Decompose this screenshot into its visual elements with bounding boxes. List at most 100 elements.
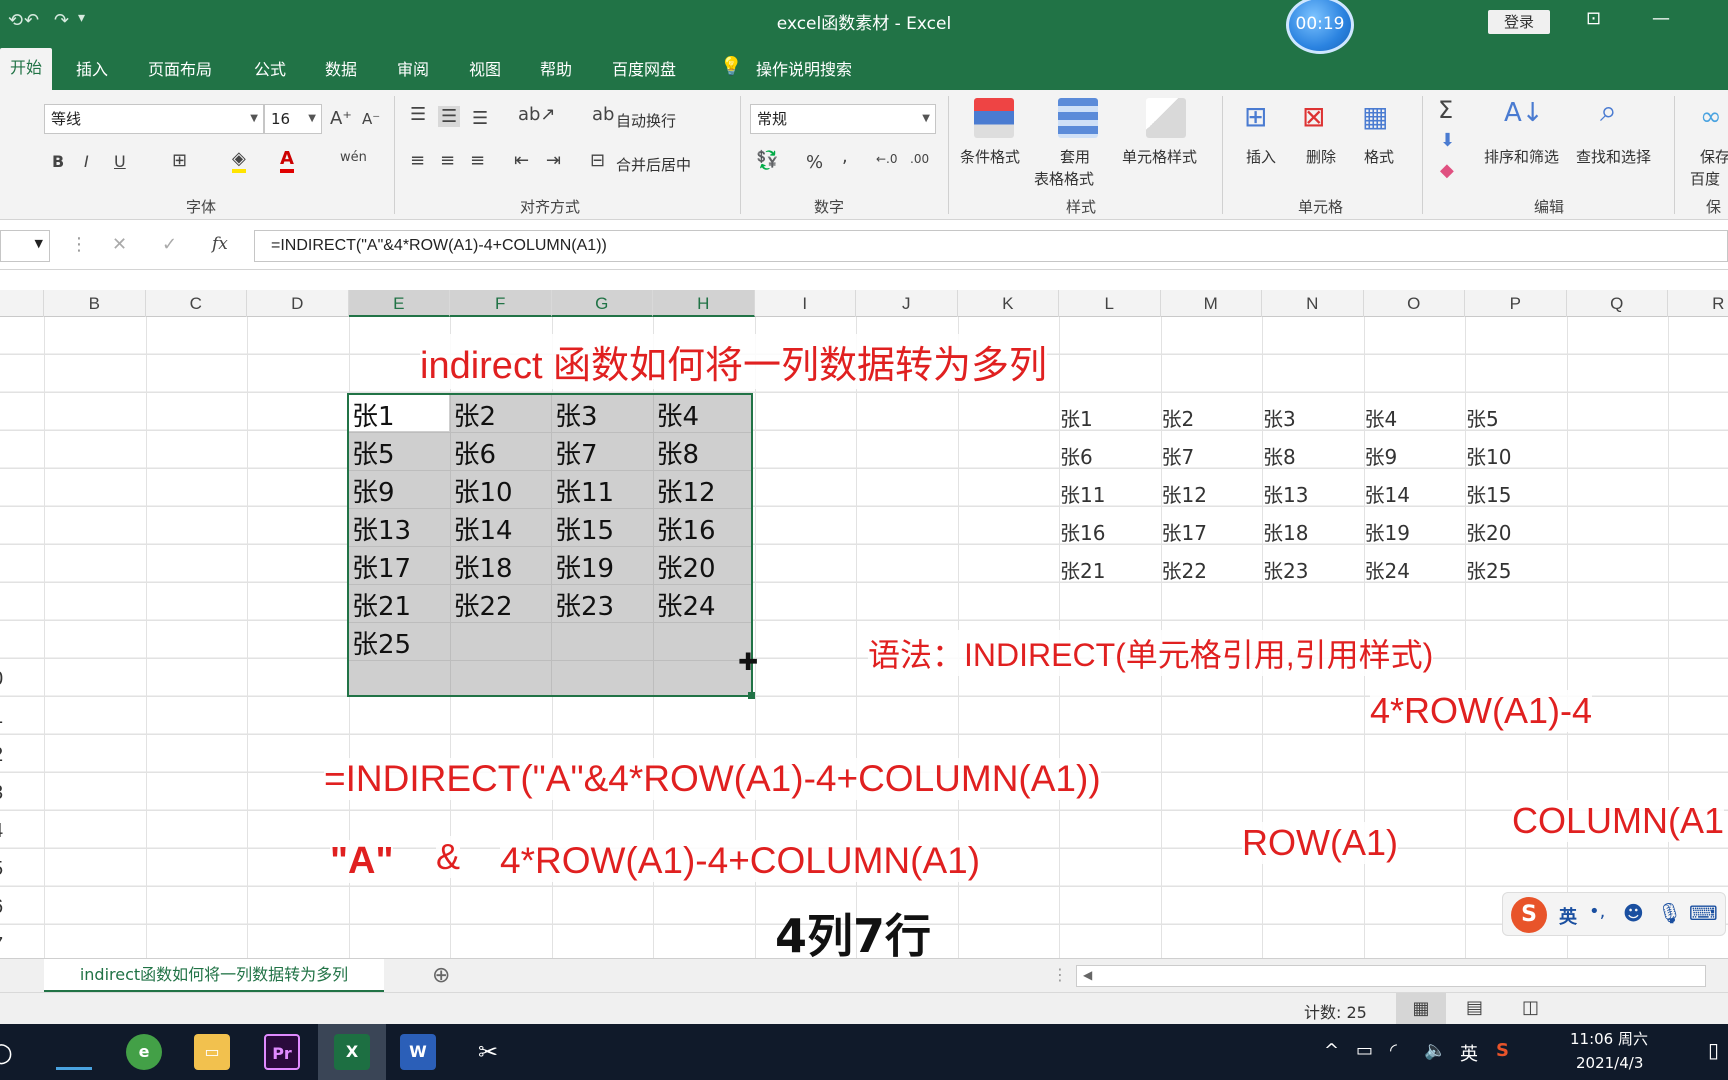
table-cell[interactable]: 张9 — [1365, 441, 1398, 470]
column-header-c[interactable]: C — [146, 290, 247, 317]
format-as-table-icon[interactable] — [1058, 98, 1098, 138]
wrap-text-icon[interactable]: ab — [592, 104, 614, 125]
table-cell[interactable]: 张16 — [657, 510, 716, 547]
sort-filter-icon[interactable]: A↓ — [1504, 98, 1544, 128]
phonetic-guide-icon[interactable]: wén — [340, 150, 367, 165]
keyboard-icon[interactable]: ⌨ — [1689, 901, 1718, 925]
table-cell[interactable]: 张7 — [555, 434, 598, 471]
enter-icon[interactable]: ✓ — [162, 234, 177, 255]
column-header-l[interactable]: L — [1059, 290, 1161, 317]
ribbon-display-icon[interactable]: ⊡ — [1586, 8, 1601, 29]
table-cell[interactable]: 张21 — [352, 586, 411, 623]
table-cell[interactable]: 张24 — [1365, 555, 1410, 584]
table-cell[interactable]: 张1 — [1060, 403, 1093, 432]
table-cell[interactable]: 张7 — [1162, 441, 1195, 470]
comma-button[interactable]: , — [842, 146, 848, 167]
autosum-button[interactable]: Σ — [1438, 96, 1453, 124]
clock-date[interactable]: 2021/4/3 — [1576, 1054, 1643, 1072]
table-cell[interactable]: 张8 — [1263, 441, 1296, 470]
premiere-icon[interactable]: Pr — [264, 1034, 300, 1070]
battery-icon[interactable]: ▭ — [1356, 1040, 1373, 1061]
find-select-icon[interactable]: ⌕ — [1600, 94, 1617, 129]
notification-icon[interactable]: ▯ — [1708, 1038, 1719, 1062]
punctuation-icon[interactable]: •, — [1589, 901, 1605, 922]
tab-data[interactable]: 数据 — [325, 56, 357, 80]
align-middle-icon[interactable]: ☰ — [438, 106, 461, 127]
table-cell[interactable]: 张15 — [555, 510, 614, 547]
column-header-b[interactable]: B — [44, 290, 146, 317]
table-cell[interactable]: 张11 — [1060, 479, 1105, 508]
table-cell[interactable]: 张19 — [1365, 517, 1410, 546]
find-select-button[interactable]: 查找和选择 — [1576, 146, 1651, 167]
border-icon[interactable]: ⊞ — [172, 150, 187, 171]
column-header-g[interactable]: G — [551, 290, 653, 317]
insert-function-button[interactable]: fx — [212, 234, 228, 254]
table-cell[interactable]: 张5 — [1466, 403, 1499, 432]
table-cell[interactable]: 张24 — [657, 586, 716, 623]
table-cell[interactable]: 张5 — [352, 434, 395, 471]
table-cell[interactable]: 张3 — [555, 396, 598, 433]
row-number[interactable]: 2 — [0, 744, 3, 767]
cell-styles-icon[interactable] — [1146, 98, 1186, 138]
table-cell[interactable]: 张23 — [1263, 555, 1308, 584]
insert-cells-icon[interactable]: ⊞ — [1244, 100, 1267, 133]
table-cell[interactable]: 张6 — [1060, 441, 1093, 470]
align-right-icon[interactable]: ≡ — [470, 150, 485, 171]
search-icon[interactable]: ○ — [0, 1038, 13, 1068]
column-header-j[interactable]: J — [856, 290, 958, 317]
row-number[interactable]: 7 — [0, 934, 3, 957]
table-cell[interactable]: 张17 — [1162, 517, 1207, 546]
format-cells-button[interactable]: 格式 — [1364, 146, 1394, 167]
table-cell[interactable]: 张4 — [657, 396, 700, 433]
wifi-icon[interactable]: ◜ — [1390, 1040, 1397, 1061]
orientation-icon[interactable]: ab↗ — [518, 104, 556, 125]
column-header-i[interactable]: I — [755, 290, 856, 317]
task-view-icon[interactable] — [56, 1034, 92, 1070]
font-size-select[interactable]: 16 ▼ — [264, 104, 322, 134]
table-cell[interactable]: 张18 — [1263, 517, 1308, 546]
table-cell[interactable]: 张1 — [352, 396, 395, 433]
tray-expand-icon[interactable]: ^ — [1324, 1040, 1339, 1061]
merge-center-button[interactable]: 合并后居中 — [616, 154, 691, 175]
login-button[interactable]: 登录 — [1488, 10, 1550, 34]
column-header-q[interactable]: Q — [1567, 290, 1668, 317]
row-number[interactable]: 5 — [0, 858, 3, 881]
decrease-indent-icon[interactable]: ⇤ — [514, 150, 529, 171]
fill-handle[interactable] — [748, 692, 755, 699]
baidu-save-line2[interactable]: 百度 — [1690, 168, 1720, 189]
increase-font-icon[interactable]: A⁺ — [330, 108, 352, 129]
delete-cells-button[interactable]: 删除 — [1306, 146, 1336, 167]
format-cells-icon[interactable]: ▦ — [1362, 100, 1388, 133]
table-cell[interactable]: 张8 — [657, 434, 700, 471]
column-header-m[interactable]: M — [1161, 290, 1262, 317]
table-cell[interactable]: 张12 — [1162, 479, 1207, 508]
increase-decimal-icon[interactable]: ←.0 — [876, 152, 898, 166]
align-center-icon[interactable]: ≡ — [440, 150, 455, 171]
table-cell[interactable]: 张16 — [1060, 517, 1105, 546]
table-cell[interactable]: 张18 — [454, 548, 513, 585]
emoji-icon[interactable]: ☻ — [1623, 901, 1644, 925]
sheet-tab-active[interactable]: indirect函数如何将一列数据转为多列 — [44, 959, 384, 993]
align-bottom-icon[interactable]: ☰ — [472, 108, 488, 129]
column-header-f[interactable]: F — [450, 290, 552, 317]
column-header-h[interactable]: H — [653, 290, 755, 317]
font-color-icon[interactable]: A — [280, 148, 294, 173]
fill-icon[interactable]: ⬇ — [1440, 130, 1455, 151]
accounting-format-icon[interactable]: 💱 — [756, 150, 778, 171]
word-icon[interactable]: W — [400, 1034, 436, 1070]
clear-icon[interactable]: ◆ — [1440, 160, 1454, 181]
row-number[interactable]: 3 — [0, 782, 3, 805]
cancel-icon[interactable]: ✕ — [112, 234, 127, 255]
minimize-icon[interactable]: — — [1652, 8, 1670, 29]
column-header-d[interactable]: D — [247, 290, 349, 317]
table-cell[interactable]: 张20 — [657, 548, 716, 585]
bold-button[interactable]: B — [52, 152, 64, 171]
align-top-icon[interactable]: ☰ — [410, 104, 426, 125]
tab-formulas[interactable]: 公式 — [254, 56, 286, 80]
tab-view[interactable]: 视图 — [469, 56, 501, 80]
table-cell[interactable]: 张25 — [352, 624, 411, 661]
row-number[interactable]: 4 — [0, 820, 3, 843]
table-cell[interactable]: 张3 — [1263, 403, 1296, 432]
table-cell[interactable]: 张23 — [555, 586, 614, 623]
conditional-format-button[interactable]: 条件格式 — [960, 146, 1020, 167]
